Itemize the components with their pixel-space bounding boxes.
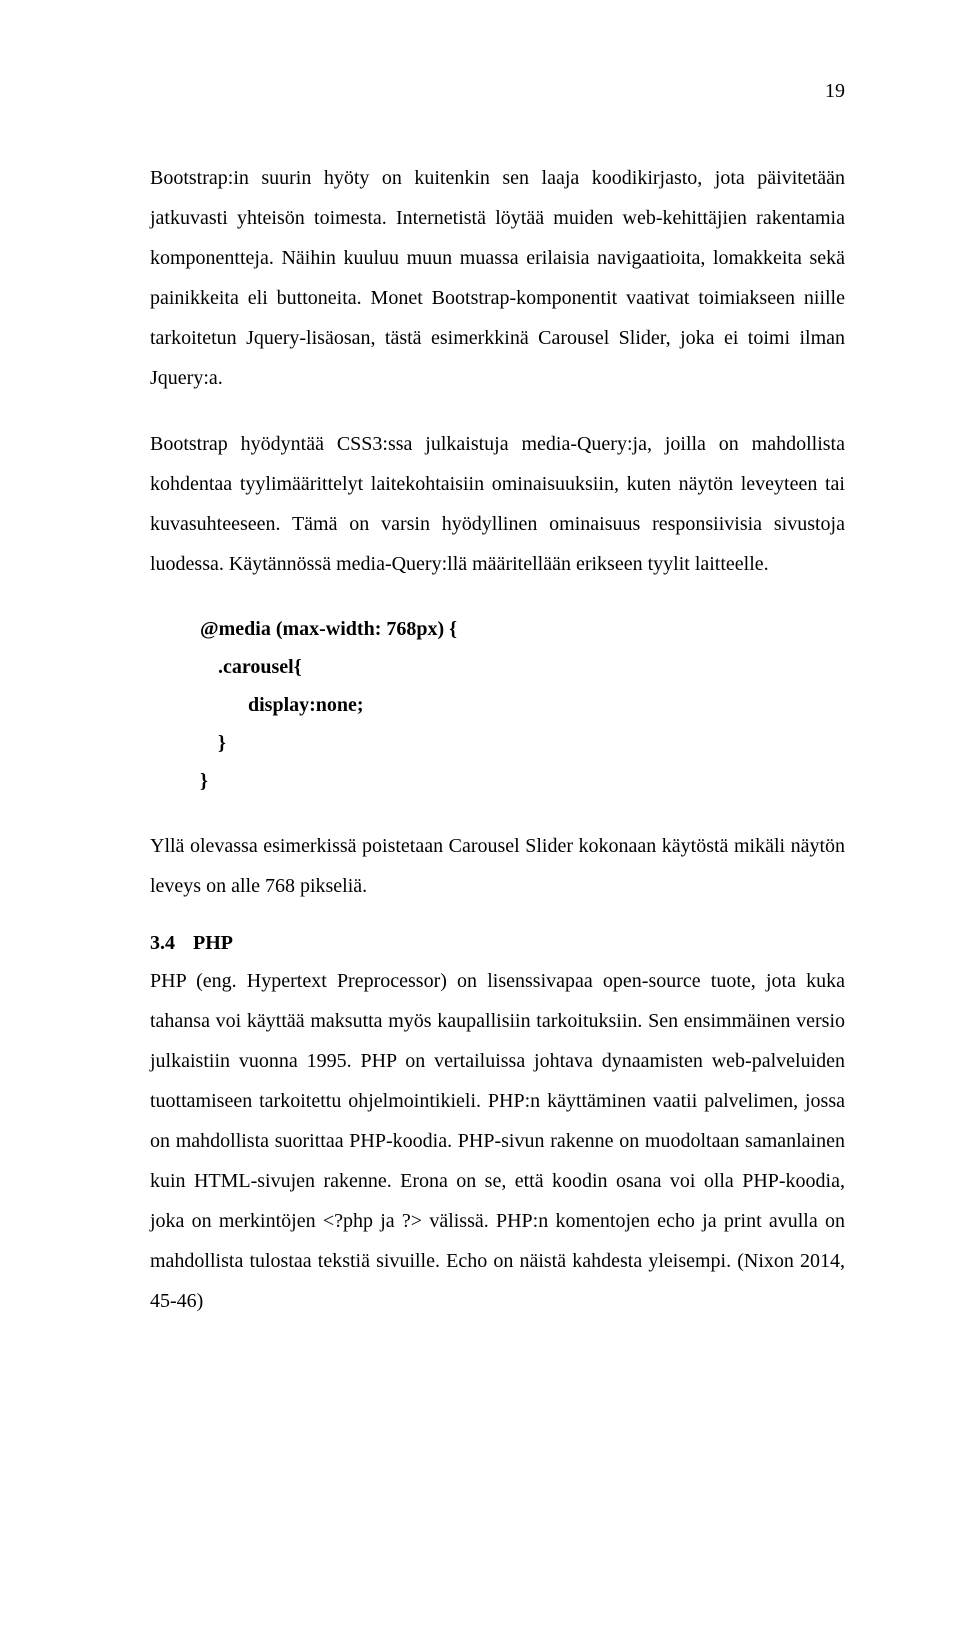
code-line: display:none; [200,686,845,724]
page-number: 19 [150,80,845,103]
body-paragraph: Bootstrap:in suurin hyöty on kuitenkin s… [150,158,845,398]
body-paragraph: PHP (eng. Hypertext Preprocessor) on lis… [150,961,845,1321]
body-paragraph: Yllä olevassa esimerkissä poistetaan Car… [150,826,845,906]
code-example: @media (max-width: 768px) { .carousel{ d… [150,610,845,800]
code-line: } [200,724,845,762]
body-paragraph: Bootstrap hyödyntää CSS3:ssa julkaistuja… [150,424,845,584]
code-line: .carousel{ [200,648,845,686]
code-line: @media (max-width: 768px) { [200,610,845,648]
document-page: 19 Bootstrap:in suurin hyöty on kuitenki… [0,0,960,1417]
section-heading: 3.4 PHP [150,932,845,955]
section-title: PHP [193,932,233,954]
section-number: 3.4 [150,932,175,955]
code-line: } [200,762,845,800]
